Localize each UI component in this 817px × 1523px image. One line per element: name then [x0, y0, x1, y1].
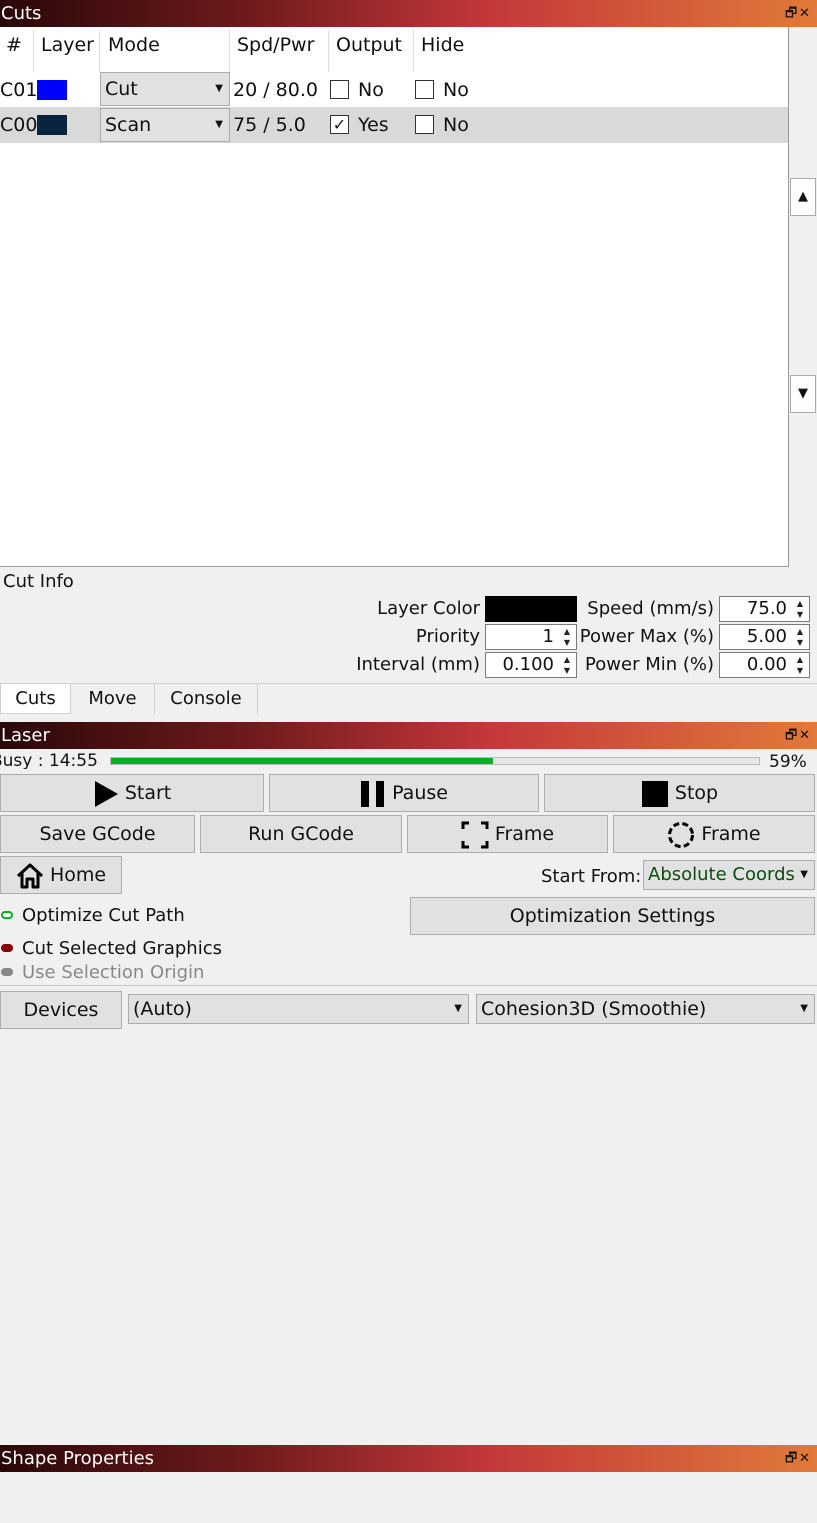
use-selection-origin-label: Use Selection Origin	[22, 962, 205, 983]
optimization-settings-button[interactable]: Optimization Settings	[410, 897, 815, 935]
tab-cuts[interactable]: Cuts	[0, 684, 71, 714]
spd-pwr-value: 20 / 80.0	[233, 79, 318, 101]
spin-arrows-icon[interactable]: ▲ ▼	[793, 598, 807, 620]
home-button[interactable]: Home	[0, 856, 122, 894]
table-row[interactable]: C00 Scan ▼ 75 / 5.0 ✓ Yes No	[0, 107, 788, 143]
hide-label: No	[443, 79, 469, 101]
layer-color-button[interactable]	[485, 596, 577, 622]
chevron-down-icon: ▼	[454, 1003, 462, 1014]
cuts-panel-title: Cuts	[1, 3, 42, 24]
start-from-label: Start From:	[541, 866, 642, 887]
cut-id: C01	[0, 79, 38, 101]
stop-button[interactable]: Stop	[544, 774, 815, 812]
priority-label: Priority	[415, 626, 480, 647]
layer-color-swatch	[37, 115, 67, 135]
priority-spinbox[interactable]: 1 ▲ ▼	[485, 624, 577, 650]
laser-panel-titlebar: Laser 🗗✕	[0, 722, 817, 749]
pause-button[interactable]: Pause	[269, 774, 539, 812]
col-header-number[interactable]: #	[6, 34, 22, 64]
hide-checkbox[interactable]	[415, 80, 434, 99]
col-header-mode[interactable]: Mode	[108, 34, 160, 64]
mode-combo[interactable]: Scan ▼	[100, 108, 230, 142]
optimize-cut-path-toggle[interactable]	[1, 911, 13, 919]
frame-circle-button[interactable]: Frame	[613, 815, 815, 853]
spd-pwr-value: 75 / 5.0	[233, 114, 306, 136]
scroll-down-button[interactable]: ▼	[790, 375, 816, 413]
interval-spinbox[interactable]: 0.100 ▲ ▼	[485, 652, 577, 678]
hide-label: No	[443, 114, 469, 136]
run-gcode-button[interactable]: Run GCode	[200, 815, 402, 853]
output-label: Yes	[358, 114, 389, 136]
scroll-up-button[interactable]: ▲	[790, 178, 816, 216]
spin-arrows-icon[interactable]: ▲ ▼	[560, 654, 574, 676]
col-header-output[interactable]: Output	[336, 34, 402, 64]
power-min-label: Power Min (%)	[585, 654, 714, 675]
shape-properties-title: Shape Properties	[1, 1448, 155, 1469]
stop-icon	[641, 780, 668, 807]
devices-button[interactable]: Devices	[0, 991, 122, 1029]
use-selection-origin-toggle[interactable]	[1, 968, 13, 976]
tab-console[interactable]: Console	[155, 684, 258, 714]
close-icon[interactable]: ✕	[799, 0, 813, 27]
table-row[interactable]: C01 Cut ▼ 20 / 80.0 No No	[0, 72, 788, 107]
spin-arrows-icon[interactable]: ▲ ▼	[793, 626, 807, 648]
status-text: Busy : 14:55	[0, 751, 98, 769]
layer-color-label: Layer Color	[377, 598, 480, 619]
laser-panel-title: Laser	[1, 725, 50, 746]
power-max-spinbox[interactable]: 5.00 ▲ ▼	[719, 624, 810, 650]
float-icon[interactable]: 🗗	[785, 0, 799, 27]
hide-checkbox[interactable]	[415, 115, 434, 134]
float-icon[interactable]: 🗗	[785, 722, 799, 749]
tab-move[interactable]: Move	[71, 684, 155, 714]
cut-selected-graphics-label: Cut Selected Graphics	[22, 938, 222, 959]
chevron-up-icon: ▲	[798, 189, 808, 204]
chevron-down-icon: ▼	[215, 119, 223, 130]
cut-selected-graphics-toggle[interactable]	[1, 944, 13, 952]
chevron-down-icon: ▼	[798, 386, 808, 401]
home-icon	[16, 863, 43, 888]
port-select[interactable]: (Auto) ▼	[128, 994, 469, 1024]
output-label: No	[358, 79, 384, 101]
cut-info-group-label: Cut Info	[3, 571, 74, 592]
chevron-down-icon: ▼	[800, 1003, 808, 1014]
power-max-label: Power Max (%)	[579, 626, 714, 647]
col-header-layer[interactable]: Layer	[41, 34, 94, 64]
speed-spinbox[interactable]: 75.0 ▲ ▼	[719, 596, 810, 622]
shape-properties-titlebar: Shape Properties 🗗✕	[0, 1445, 817, 1472]
start-button[interactable]: Start	[0, 774, 264, 812]
float-icon[interactable]: 🗗	[785, 1445, 799, 1472]
device-select[interactable]: Cohesion3D (Smoothie) ▼	[476, 994, 815, 1024]
spin-arrows-icon[interactable]: ▲ ▼	[560, 626, 574, 648]
optimize-cut-path-label: Optimize Cut Path	[22, 905, 185, 926]
mode-combo[interactable]: Cut ▼	[100, 72, 230, 106]
progress-bar	[110, 757, 760, 765]
output-checkbox[interactable]	[330, 80, 349, 99]
pause-icon	[361, 780, 385, 807]
progress-label: 59%	[769, 752, 807, 769]
chevron-down-icon: ▼	[215, 83, 223, 94]
output-checkbox[interactable]: ✓	[330, 115, 349, 134]
spin-arrows-icon[interactable]: ▲ ▼	[793, 654, 807, 676]
save-gcode-button[interactable]: Save GCode	[0, 815, 195, 853]
cuts-panel-titlebar: Cuts 🗗✕	[0, 0, 817, 27]
col-header-spd-pwr[interactable]: Spd/Pwr	[237, 34, 314, 64]
frame-circle-icon	[668, 821, 695, 848]
power-min-spinbox[interactable]: 0.00 ▲ ▼	[719, 652, 810, 678]
frame-rect-icon	[461, 821, 489, 848]
chevron-down-icon: ▼	[800, 869, 808, 880]
close-icon[interactable]: ✕	[799, 1445, 813, 1472]
layer-color-swatch	[37, 80, 67, 100]
progress-fill	[111, 758, 494, 764]
play-icon	[94, 780, 118, 807]
col-header-hide[interactable]: Hide	[421, 34, 464, 64]
start-from-select[interactable]: Absolute Coords ▼	[643, 860, 815, 890]
speed-label: Speed (mm/s)	[587, 598, 714, 619]
frame-button[interactable]: Frame	[407, 815, 608, 853]
close-icon[interactable]: ✕	[799, 722, 813, 749]
interval-label: Interval (mm)	[356, 654, 480, 675]
cut-id: C00	[0, 114, 38, 136]
